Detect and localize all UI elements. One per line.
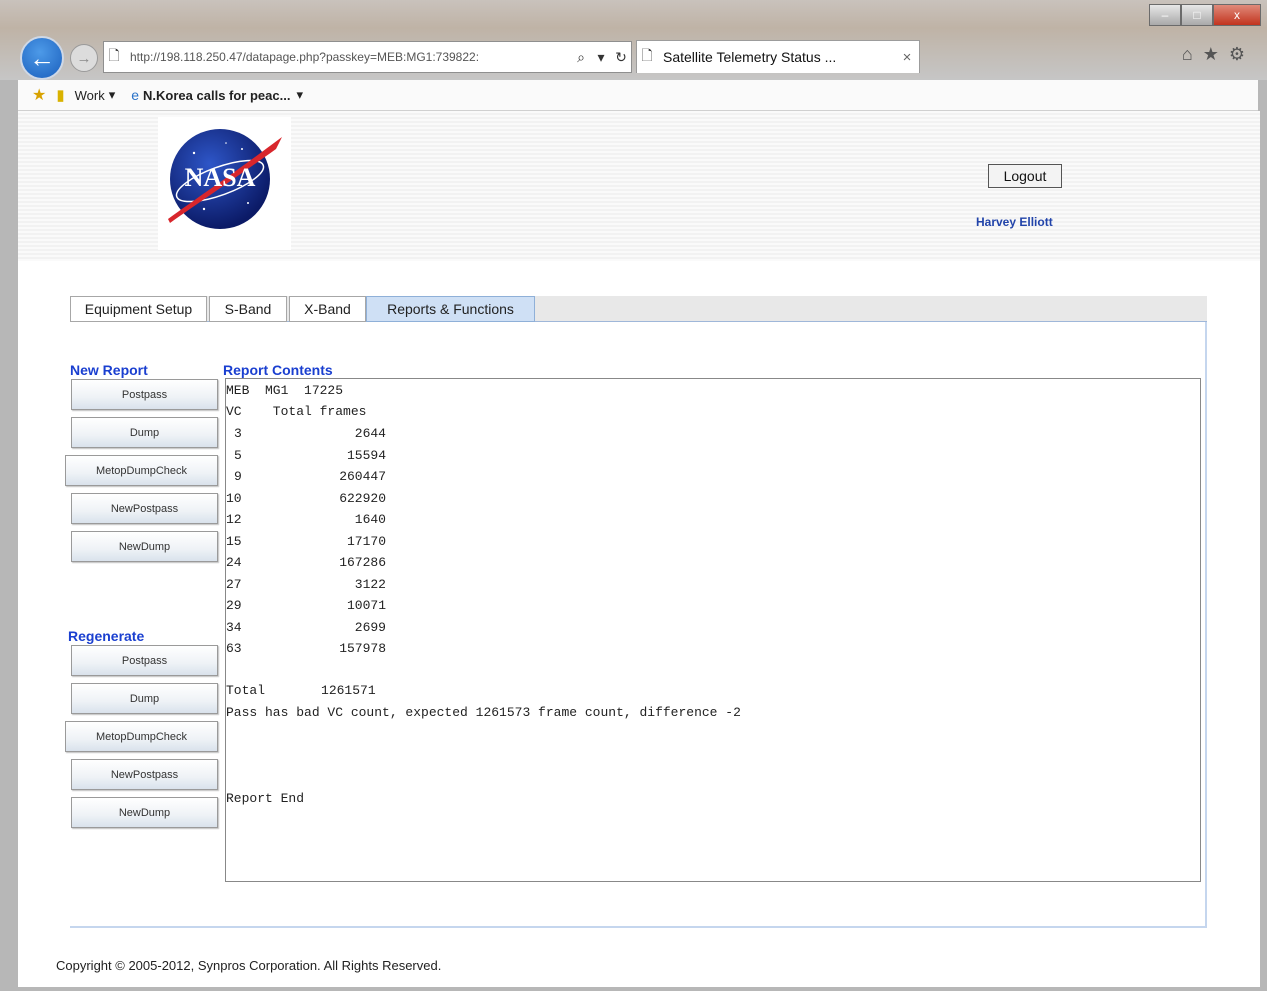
nasa-logo: NASA [158,117,291,250]
page-icon: 🗋 [108,47,120,63]
svg-text:NASA: NASA [185,163,256,192]
report-row: 12 1640 [226,512,386,527]
web-page: NASA Logout Harvey Elliott Equipment Set… [18,111,1260,987]
header-banner: NASA Logout Harvey Elliott [18,111,1260,261]
favorites-bar: ★ ▮ Work ▾ e N.Korea calls for peac... ▾ [18,80,1258,111]
report-column-header: VC Total frames [226,404,367,419]
chevron-down-icon[interactable]: ▾ [109,87,116,103]
vc-cell: 10 [226,490,242,506]
frames-cell: 15594 [346,447,386,463]
window-controls: – □ x [1149,4,1261,26]
report-row: 3 2644 [226,426,386,441]
ie-page-icon: e [131,87,140,103]
vc-cell: 24 [226,555,242,570]
url-text[interactable]: http://198.118.250.47/datapage.php?passk… [124,50,571,64]
regen-newpostpass-button[interactable]: NewPostpass [71,759,218,790]
tab-title: Satellite Telemetry Status ... [663,49,837,65]
frames-cell: 260447 [339,469,386,484]
regenerate-title: Regenerate [68,628,145,644]
frames-cell: 1640 [354,512,386,527]
tab-s-band[interactable]: S-Band [209,296,287,322]
report-row: 10 622920 [226,491,386,506]
favorites-star-icon[interactable]: ★ [1203,44,1219,65]
report-row: 29 10071 [226,598,386,613]
tab-reports-functions[interactable]: Reports & Functions [366,296,535,322]
vc-cell: 34 [226,619,242,635]
frames-cell: 2644 [354,426,386,441]
tab-page-icon: 🗋 [641,47,653,63]
vc-cell: 15 [226,533,242,549]
search-icon[interactable]: ⌕ [571,49,591,66]
close-window-button[interactable]: x [1213,4,1261,26]
forward-arrow-icon[interactable]: → [70,44,98,72]
regen-postpass-button[interactable]: Postpass [71,645,218,676]
report-row: 5 15594 [226,448,386,463]
vc-cell: 27 [226,576,242,592]
tab-close-icon[interactable]: × [895,49,919,66]
total-label: Total [226,683,266,698]
logout-button[interactable]: Logout [988,164,1062,188]
report-row: 15 17170 [226,534,386,549]
back-arrow-icon[interactable]: ← [20,36,64,80]
user-name: Harvey Elliott [976,215,1053,229]
dropdown-icon[interactable]: ▾ [591,49,611,66]
vc-cell: 5 [234,447,242,463]
new-dump-button[interactable]: Dump [71,417,218,448]
report-row: 24 167286 [226,555,386,570]
new-newdump-button[interactable]: NewDump [71,531,218,562]
vc-cell: 12 [226,512,242,527]
address-bar[interactable]: 🗋 http://198.118.250.47/datapage.php?pas… [103,41,632,73]
vc-cell: 9 [234,469,242,484]
total-value: 1261571 [321,683,376,698]
vc-cell: 3 [234,426,242,441]
regen-dump-button[interactable]: Dump [71,683,218,714]
add-favorites-icon[interactable]: ★ [32,85,46,105]
report-total-line: Total 1261571 [226,683,376,698]
browser-toolbar-icons: ⌂ ★ ⚙ [1182,44,1245,65]
frames-cell: 10071 [346,598,386,613]
copyright-footer: Copyright © 2005-2012, Synpros Corporati… [56,958,442,973]
report-row: 27 3122 [226,577,386,592]
frames-cell: 622920 [339,490,386,506]
report-end: Report End [226,791,305,806]
tab-x-band[interactable]: X-Band [289,296,366,322]
regen-metop-dump-check-button[interactable]: MetopDumpCheck [65,721,218,752]
fav-work[interactable]: Work [75,88,105,103]
report-row: 9 260447 [226,469,386,484]
new-postpass-button[interactable]: Postpass [71,379,218,410]
frames-cell: 167286 [339,555,386,570]
refresh-icon[interactable]: ↻ [611,49,631,66]
tab-equipment-setup[interactable]: Equipment Setup [70,296,207,322]
fav-news[interactable]: N.Korea calls for peac... [143,88,290,103]
report-message: Pass has bad VC count, expected 1261573 … [226,705,741,720]
frames-cell: 3122 [354,576,386,592]
browser-tab[interactable]: 🗋 Satellite Telemetry Status ... × [636,40,920,73]
frames-cell: 157978 [339,641,386,656]
report-row: 34 2699 [226,620,386,635]
new-report-title: New Report [70,362,148,378]
vc-cell: 29 [226,598,242,613]
new-newpostpass-button[interactable]: NewPostpass [71,493,218,524]
maximize-button[interactable]: □ [1181,4,1213,26]
vc-cell: 63 [226,641,242,656]
folder-icon: ▮ [56,87,65,104]
report-contents-title: Report Contents [223,362,333,378]
report-row: 63 157978 [226,641,386,656]
report-header-line: MEB MG1 17225 [226,383,344,398]
gear-icon[interactable]: ⚙ [1229,44,1245,65]
new-metop-dump-check-button[interactable]: MetopDumpCheck [65,455,218,486]
nasa-logo-icon: NASA [168,129,282,229]
frames-cell: 17170 [346,533,386,549]
report-contents-textarea[interactable]: MEB MG1 17225 VC Total frames 3 2644 5 1559… [225,378,1201,882]
home-icon[interactable]: ⌂ [1182,44,1193,65]
chevron-down-icon[interactable]: ▾ [296,87,303,103]
browser-titlebar: – □ x ← → 🗋 http://198.118.250.47/datapa… [0,0,1267,80]
browser-window: – □ x ← → 🗋 http://198.118.250.47/datapa… [0,0,1267,991]
regen-newdump-button[interactable]: NewDump [71,797,218,828]
minimize-button[interactable]: – [1149,4,1181,26]
frames-cell: 2699 [354,619,386,635]
